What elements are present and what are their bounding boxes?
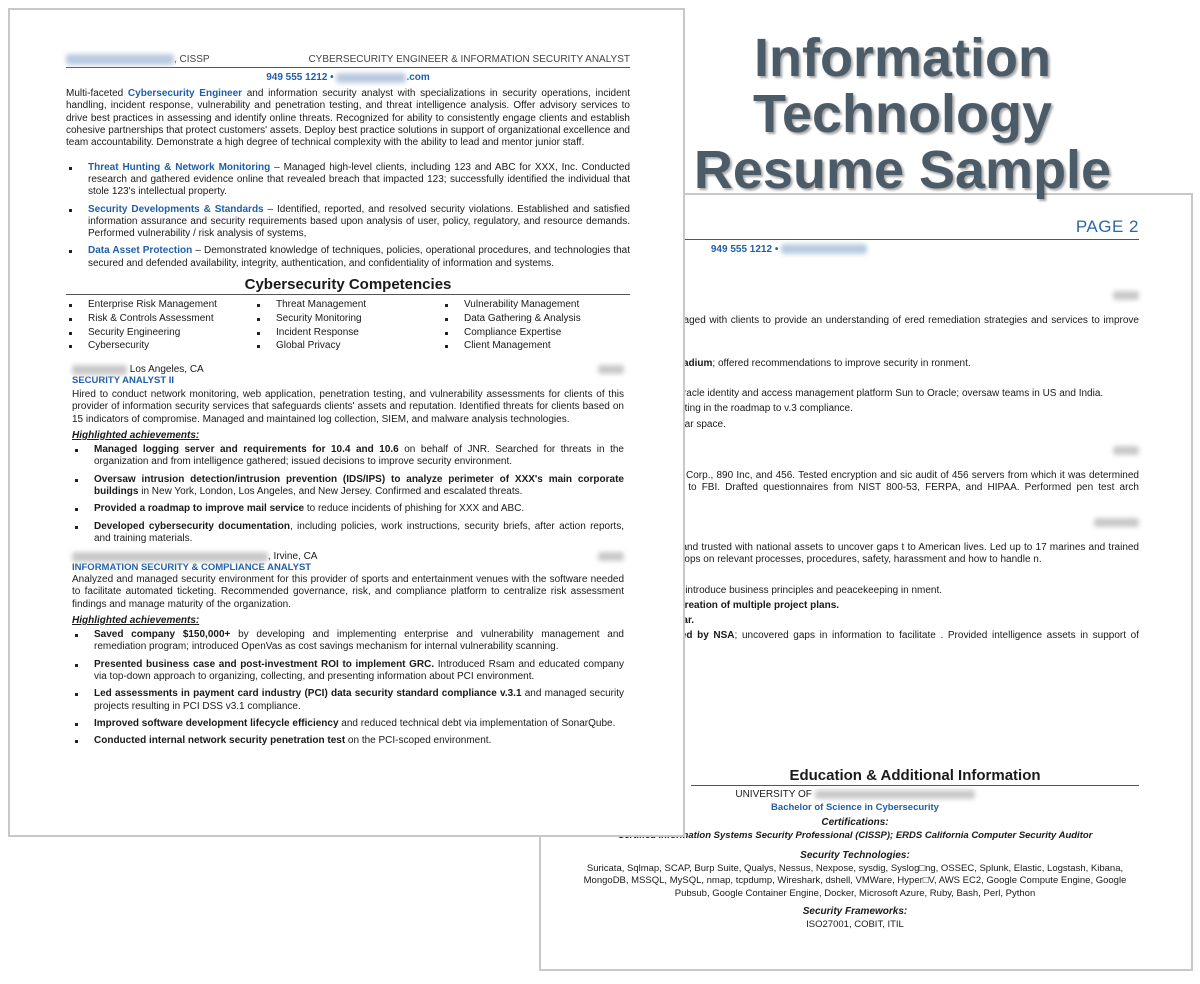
achievement-item: Developed cybersecurity documentation, i… (72, 521, 624, 546)
phone: 949 555 1212 • (710, 244, 779, 255)
achievement-item: Oversaw intrusion detection/intrusion pr… (72, 474, 624, 499)
achievement-item: Presented business case and post-investm… (72, 659, 624, 684)
blurred-dates (598, 552, 624, 562)
frameworks: ISO27001, COBIT, ITIL (806, 918, 904, 930)
job-description: Hired to conduct network monitoring, web… (72, 389, 624, 425)
achievement-item: Managed logging server and requirements … (72, 444, 624, 469)
achievement-item: Improved software development lifecycle … (72, 718, 624, 730)
highlight-item: Security Developments & Standards – Iden… (66, 204, 630, 241)
blurred-employer (72, 551, 268, 562)
page1-contact: 949 555 1212 • .com (66, 72, 630, 83)
competency-item: Threat Management (254, 299, 442, 311)
job-location: Los Angeles, CA (129, 364, 204, 376)
education-title: Education & Additional Information (691, 767, 1139, 786)
blurred-employer (72, 364, 127, 375)
competency-item: Client Management (442, 340, 630, 352)
page-number-label: PAGE 2 (1075, 217, 1139, 236)
blurred-name (66, 54, 174, 65)
phone: 949 555 1212 • (266, 72, 334, 84)
achievement-item: Provided a roadmap to improve mail servi… (72, 503, 624, 515)
achievement-item: Conducted internal network security pene… (72, 735, 624, 747)
overlay-title-line1: Information Technology (752, 28, 1052, 144)
blurred-email (336, 72, 407, 83)
name-credential: , CISSP (174, 54, 210, 66)
overlay-title: Information Technology Resume Sample (630, 30, 1175, 198)
achievements-label: Highlighted achievements: (72, 615, 200, 627)
competency-item: Compliance Expertise (442, 327, 630, 339)
achievements-list: Managed logging server and requirements … (72, 444, 624, 545)
achievement-text: ; offered recommendations to improve sec… (712, 357, 971, 369)
highlights-list: Threat Hunting & Network Monitoring – Ma… (66, 162, 630, 270)
headline: CYBERSECURITY ENGINEER & INFORMATION SEC… (308, 54, 630, 66)
blurred-dates (1094, 517, 1139, 527)
competencies-grid: Enterprise Risk Management Risk & Contro… (66, 299, 630, 354)
overlay-title-line2: Resume Sample (693, 140, 1112, 200)
job-header: Los Angeles, CA (72, 364, 624, 375)
competency-item: Vulnerability Management (442, 299, 630, 311)
summary: Multi-faceted Cybersecurity Engineer and… (66, 88, 631, 149)
job-title: SECURITY ANALYST II (72, 375, 175, 387)
competencies-title: Cybersecurity Competencies (66, 276, 630, 295)
competency-item: Security Monitoring (254, 313, 442, 325)
achievement-item: Led assessments in payment card industry… (72, 688, 624, 713)
email-domain: .com (406, 72, 430, 84)
job-entry: , Irvine, CA INFORMATION SECURITY & COMP… (66, 551, 630, 747)
resume-page-1: , CISSP CYBERSECURITY ENGINEER & INFORMA… (8, 8, 685, 837)
highlight-item: Threat Hunting & Network Monitoring – Ma… (66, 162, 630, 199)
competency-item: Global Privacy (254, 340, 442, 352)
competency-item: Incident Response (254, 327, 442, 339)
blurred-dates (598, 365, 624, 375)
competency-item: Security Engineering (66, 327, 254, 339)
blurred-university (814, 789, 975, 799)
blurred-email (781, 244, 868, 255)
blurred-dates (1113, 446, 1139, 456)
blurred-dates (1113, 291, 1139, 300)
competencies-col: Vulnerability Management Data Gathering … (442, 299, 630, 354)
technologies: Suricata, Sqlmap, SCAP, Burp Suite, Qual… (583, 862, 1127, 899)
achievements-label: Highlighted achievements: (72, 430, 200, 442)
job-title: INFORMATION SECURITY & COMPLIANCE ANALYS… (72, 562, 312, 574)
achievements-list: Saved company $150,000+ by developing an… (72, 629, 624, 747)
achievement-text: for Oracle identity and access managemen… (657, 388, 1104, 400)
competency-item: Risk & Controls Assessment (66, 313, 254, 325)
job-header: , Irvine, CA (72, 551, 624, 562)
highlight-item: Data Asset Protection – Demonstrated kno… (66, 245, 630, 270)
job-location: , Irvine, CA (268, 551, 318, 563)
technologies-label: Security Technologies: (800, 850, 910, 861)
competency-item: Data Gathering & Analysis (442, 313, 630, 325)
competencies-col: Enterprise Risk Management Risk & Contro… (66, 299, 254, 354)
job-description: Analyzed and managed security environmen… (72, 574, 624, 610)
frameworks-label: Security Frameworks: (802, 906, 908, 917)
competency-item: Enterprise Risk Management (66, 299, 254, 311)
job-entry: Los Angeles, CA SECURITY ANALYST II Hire… (66, 364, 630, 545)
achievement-item: Saved company $150,000+ by developing an… (72, 629, 624, 654)
page1-header: , CISSP CYBERSECURITY ENGINEER & INFORMA… (66, 54, 630, 69)
competencies-col: Threat Management Security Monitoring In… (254, 299, 442, 354)
competency-item: Cybersecurity (66, 340, 254, 352)
summary-highlight: Cybersecurity Engineer (127, 88, 243, 100)
